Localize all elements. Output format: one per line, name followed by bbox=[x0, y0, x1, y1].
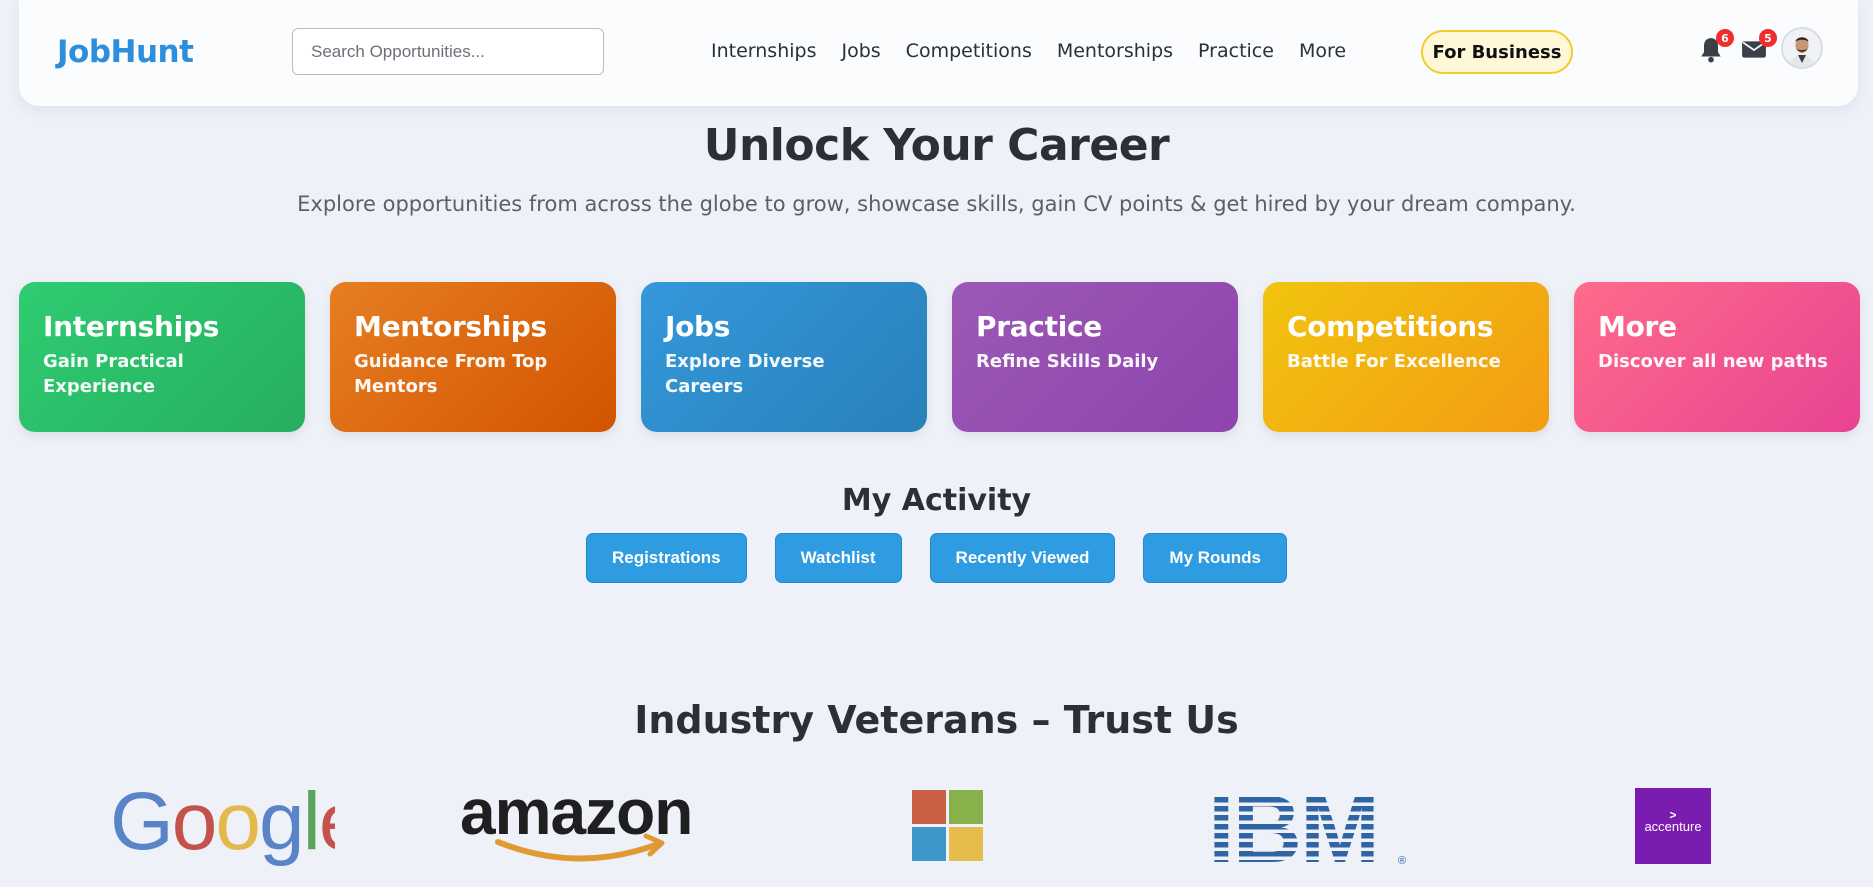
activity-title: My Activity bbox=[841, 483, 1032, 518]
nav-competitions[interactable]: Competitions bbox=[906, 40, 1032, 62]
card-title: Mentorships bbox=[354, 310, 547, 343]
card-mentorships[interactable]: Mentorships Guidance From Top Mentors bbox=[330, 282, 616, 432]
top-navbar: JobHunt Internships Jobs Competitions Me… bbox=[19, 0, 1858, 106]
svg-text:accenture: accenture bbox=[1644, 819, 1701, 834]
card-subtitle: Explore Diverse Careers bbox=[665, 351, 825, 397]
user-avatar-icon bbox=[1783, 29, 1821, 67]
activity-buttons: Registrations Watchlist Recently Viewed … bbox=[0, 533, 1873, 583]
nav-practice[interactable]: Practice bbox=[1198, 40, 1274, 62]
for-business-button[interactable]: For Business bbox=[1421, 30, 1573, 74]
card-practice[interactable]: Practice Refine Skills Daily bbox=[952, 282, 1238, 432]
google-logo: Google bbox=[110, 776, 364, 870]
site-logo[interactable]: JobHunt bbox=[57, 34, 194, 70]
amazon-logo: amazon bbox=[458, 774, 713, 868]
card-competitions[interactable]: Competitions Battle For Excellence bbox=[1263, 282, 1549, 432]
svg-text:Google: Google bbox=[110, 780, 335, 866]
watchlist-button[interactable]: Watchlist bbox=[774, 533, 902, 583]
notifications-badge: 6 bbox=[1716, 29, 1734, 47]
card-subtitle: Guidance From Top Mentors bbox=[354, 351, 548, 397]
messages-badge: 5 bbox=[1759, 29, 1777, 47]
recently-viewed-button[interactable]: Recently Viewed bbox=[929, 533, 1116, 583]
card-title: Practice bbox=[976, 310, 1102, 343]
card-subtitle: Refine Skills Daily bbox=[976, 351, 1159, 372]
nav-jobs[interactable]: Jobs bbox=[841, 40, 880, 62]
svg-text:IBM: IBM bbox=[1208, 788, 1378, 866]
partner-logos: Google amazon IBM ® bbox=[0, 776, 1873, 883]
nav-more[interactable]: More bbox=[1299, 40, 1346, 62]
my-rounds-button[interactable]: My Rounds bbox=[1143, 533, 1288, 583]
hero-subtitle: Explore opportunities from across the gl… bbox=[297, 192, 1576, 216]
card-subtitle: Gain Practical Experience bbox=[43, 351, 184, 397]
card-title: Jobs bbox=[665, 310, 731, 343]
avatar[interactable] bbox=[1781, 27, 1823, 69]
registrations-button[interactable]: Registrations bbox=[585, 533, 747, 583]
card-title: Competitions bbox=[1287, 310, 1494, 343]
card-jobs[interactable]: Jobs Explore Diverse Careers bbox=[641, 282, 927, 432]
card-subtitle: Discover all new paths bbox=[1598, 351, 1828, 372]
hero-title: Unlock Your Career bbox=[703, 120, 1170, 171]
svg-text:amazon: amazon bbox=[460, 776, 692, 848]
card-internships[interactable]: Internships Gain Practical Experience bbox=[19, 282, 305, 432]
card-title: More bbox=[1598, 310, 1677, 343]
card-title: Internships bbox=[43, 310, 220, 343]
card-subtitle: Battle For Excellence bbox=[1287, 351, 1501, 372]
nav-mentorships[interactable]: Mentorships bbox=[1057, 40, 1173, 62]
svg-text:®: ® bbox=[1398, 855, 1406, 866]
notifications-button[interactable]: 6 bbox=[1698, 29, 1734, 64]
trust-title: Industry Veterans – Trust Us bbox=[634, 698, 1239, 742]
search-input[interactable] bbox=[292, 28, 604, 75]
nav-internships[interactable]: Internships bbox=[711, 40, 816, 62]
main-nav: Internships Jobs Competitions Mentorship… bbox=[711, 40, 1371, 62]
accenture-logo: > accenture bbox=[1635, 788, 1711, 868]
card-more[interactable]: More Discover all new paths bbox=[1574, 282, 1860, 432]
category-cards: Internships Gain Practical Experience Me… bbox=[19, 282, 1860, 432]
messages-button[interactable]: 5 bbox=[1741, 29, 1777, 64]
microsoft-logo bbox=[912, 790, 984, 866]
ibm-logo: IBM ® bbox=[1208, 776, 1413, 883]
